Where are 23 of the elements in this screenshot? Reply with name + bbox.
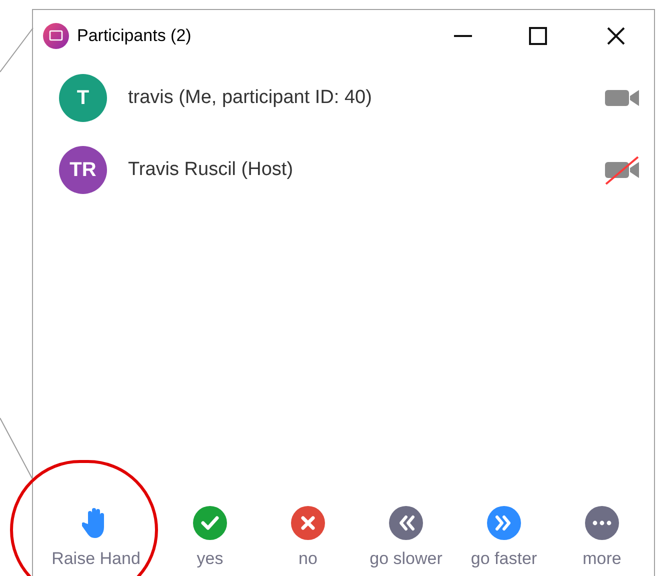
double-chevron-right-icon: [487, 506, 521, 540]
reaction-button[interactable]: go faster: [455, 506, 553, 572]
check-icon: [193, 506, 227, 540]
participant-row[interactable]: T travis (Me, participant ID: 40): [33, 62, 654, 134]
reaction-button[interactable]: go slower: [357, 506, 455, 572]
reaction-button[interactable]: Raise Hand: [31, 506, 161, 572]
reaction-button[interactable]: no: [259, 506, 357, 572]
more-icon: [585, 506, 619, 540]
close-icon: [607, 27, 625, 45]
avatar: T: [59, 74, 107, 122]
app-logo-icon: [43, 23, 69, 49]
double-chevron-left-icon: [389, 506, 423, 540]
avatar: TR: [59, 146, 107, 194]
participant-name: Travis Ruscil (Host): [128, 158, 294, 182]
reaction-button[interactable]: yes: [161, 506, 259, 572]
close-icon: [291, 506, 325, 540]
participant-row[interactable]: TR Travis Ruscil (Host): [33, 134, 654, 206]
video-camera-off-icon[interactable]: [604, 154, 640, 186]
minimize-icon: [454, 35, 472, 37]
reaction-button[interactable]: more: [553, 506, 651, 572]
maximize-icon: [529, 27, 547, 45]
window-title: Participants (2): [77, 25, 192, 48]
participant-name: travis (Me, participant ID: 40): [128, 86, 372, 110]
